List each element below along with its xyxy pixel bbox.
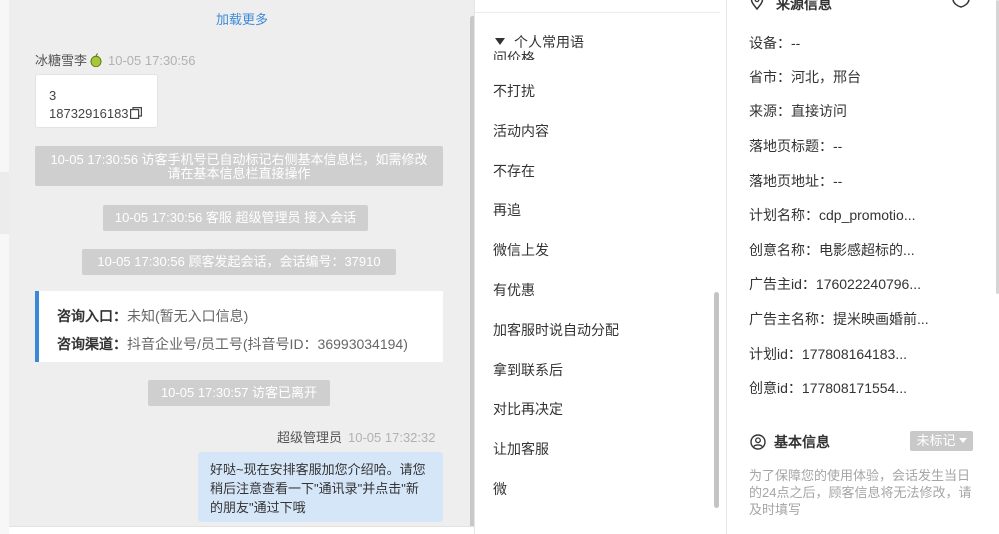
tag-status-dropdown[interactable]: 未标记: [910, 431, 973, 451]
user-circle-icon: [750, 434, 766, 450]
pear-avatar-icon: [90, 53, 102, 67]
phrase-item[interactable]: 再追: [493, 200, 521, 220]
tag-status-label: 未标记: [916, 433, 956, 448]
phrase-item[interactable]: 加客服时说自动分配: [493, 320, 619, 340]
consult-channel-value: 抖音企业号/员工号(抖音号ID：36993034194): [127, 336, 408, 352]
phrases-scrollbar[interactable]: [714, 292, 719, 508]
phrase-item[interactable]: 微信上发: [493, 240, 549, 260]
info-field-label: 计划名称：: [749, 207, 819, 223]
info-field-device: 设备：--: [749, 33, 800, 53]
customer-phone-number: 18732916183: [49, 106, 129, 121]
consult-channel-label: 咨询渠道：: [57, 336, 127, 352]
info-field-plan-name: 计划名称：cdp_promotio...: [749, 205, 916, 225]
info-field-value: --: [791, 35, 801, 51]
chat-input-edge: [9, 526, 474, 534]
left-edge-strip: [0, 0, 9, 534]
phrases-top-divider: [475, 12, 720, 13]
info-field-label: 落地页地址：: [749, 173, 833, 189]
info-field-label: 广告主id：: [749, 276, 816, 292]
info-field-value: 177808171554...: [801, 380, 908, 396]
phrase-item[interactable]: 活动内容: [493, 121, 549, 141]
info-field-label: 落地页标题：: [749, 138, 833, 154]
info-field-creative-id: 创意id：177808171554...: [749, 378, 907, 398]
location-pin-icon: [750, 0, 764, 10]
agent-message-bubble: 好哒~现在安排客服加您介绍哈。请您稍后注意查看一下"通讯录"并点击"新的朋友"通…: [198, 452, 443, 522]
info-field-value: 河北，邢台: [791, 69, 861, 85]
info-field-province-city: 省市：河北，邢台: [749, 67, 861, 87]
system-message-agent-joined: 10-05 17:30:56 客服 超级管理员 接入会话: [103, 205, 368, 231]
info-field-landing-url: 落地页地址：--: [749, 171, 842, 191]
edit-notice: 为了保障您的使用体验，会话发生当日的24点之后，顾客信息将无法修改，请及时填写: [749, 468, 972, 517]
info-field-value: 提米映画婚前...: [833, 311, 929, 327]
system-message-visitor-left: 10-05 17:30:57 访客已离开: [148, 380, 330, 406]
chat-panel: 加载更多 冰糖雪李 10-05 17:30:56 3 18732916183 10…: [9, 0, 475, 534]
load-more-link[interactable]: 加载更多: [9, 9, 474, 28]
phrase-item[interactable]: 不存在: [493, 161, 535, 181]
basic-info-title: 基本信息: [774, 434, 830, 450]
info-field-label: 广告主名称：: [749, 311, 833, 327]
consult-entry-value: 未知(暂无入口信息): [127, 308, 249, 324]
customer-message-line1: 3: [49, 88, 57, 103]
personal-phrases-title: 个人常用语: [514, 34, 584, 50]
caret-down-icon: [495, 38, 505, 45]
info-field-plan-id: 计划id：177808164183...: [749, 344, 907, 364]
info-field-value: 177808164183...: [801, 346, 908, 362]
common-phrases-panel: 问价格 个人常用语 不打扰 活动内容 不存在 再追 微信上发 有优惠 加客服时说…: [475, 0, 727, 534]
phrase-item[interactable]: 不打扰: [493, 81, 535, 101]
info-field-label: 省市：: [749, 69, 791, 85]
phrase-item[interactable]: 拿到联系后: [493, 360, 563, 380]
info-field-value: 176022240796...: [815, 276, 922, 292]
phrase-item[interactable]: 微: [493, 479, 507, 499]
system-message-session-started: 10-05 17:30:56 顾客发起会话，会话编号：37910: [82, 249, 396, 275]
info-field-label: 来源：: [749, 103, 791, 119]
agent-name: 超级管理员: [277, 430, 343, 445]
customer-message-header: 冰糖雪李 10-05 17:30:56: [35, 50, 195, 69]
customer-info-panel: 来源信息 设备：-- 省市：河北，邢台 来源：直接访问 落地页标题：-- 落地页…: [728, 0, 999, 534]
phrase-item[interactable]: 让加客服: [493, 439, 549, 459]
info-field-label: 设备：: [749, 35, 791, 51]
info-field-value: cdp_promotio...: [819, 207, 916, 223]
system-message-phone-marked: 10-05 17:30:56 访客手机号已自动标记右侧基本信息栏，如需修改请在基…: [35, 146, 443, 186]
caret-down-icon: [958, 438, 967, 443]
info-field-label: 创意名称：: [749, 242, 819, 258]
info-field-advertiser-name: 广告主名称：提米映画婚前...: [749, 309, 929, 329]
phrase-item[interactable]: 有优惠: [493, 280, 535, 300]
agent-message-header: 超级管理员 10-05 17:32:32: [277, 427, 435, 446]
phrase-item[interactable]: 对比再决定: [493, 399, 563, 419]
left-edge-band: [0, 172, 9, 234]
consult-info-card: 咨询入口：未知(暂无入口信息) 咨询渠道：抖音企业号/员工号(抖音号ID：369…: [35, 291, 443, 362]
customer-message-bubble: 3 18732916183: [35, 74, 158, 128]
info-field-creative-name: 创意名称：电影感超标的...: [749, 240, 915, 260]
info-field-landing-title: 落地页标题：--: [749, 136, 842, 156]
basic-info-header: 基本信息: [750, 432, 830, 452]
info-field-label: 创意id：: [749, 380, 802, 396]
customer-name: 冰糖雪李: [35, 53, 88, 68]
personal-phrases-header[interactable]: 个人常用语: [495, 32, 584, 52]
info-field-label: 计划id：: [749, 346, 802, 362]
info-field-advertiser-id: 广告主id：176022240796...: [749, 274, 921, 294]
copy-icon[interactable]: [129, 107, 142, 119]
agent-message-time: 10-05 17:32:32: [348, 430, 436, 445]
info-field-value: 电影感超标的...: [819, 242, 915, 258]
source-info-title: 来源信息: [776, 0, 832, 12]
consult-entry-label: 咨询入口：: [57, 308, 127, 324]
info-field-source: 来源：直接访问: [749, 101, 847, 121]
shield-icon[interactable]: [951, 0, 971, 8]
info-field-value: --: [833, 138, 843, 154]
info-field-value: --: [833, 173, 843, 189]
customer-message-time: 10-05 17:30:56: [108, 53, 196, 68]
info-field-value: 直接访问: [791, 103, 847, 119]
